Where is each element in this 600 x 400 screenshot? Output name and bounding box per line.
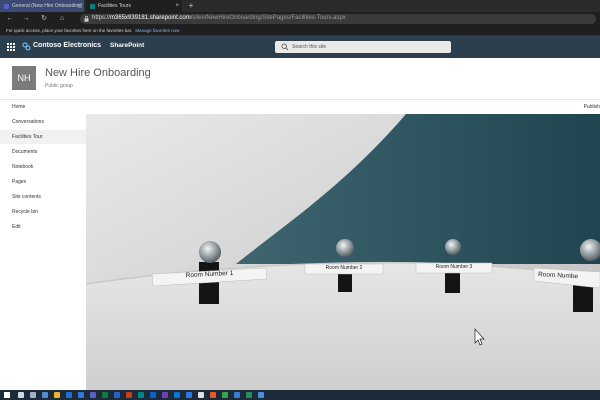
- windows-start-icon[interactable]: [4, 392, 10, 398]
- search-placeholder: Search this site: [292, 44, 327, 50]
- address-row: ← → ↻ ⌂ https://m365x939181.sharepoint.c…: [0, 12, 600, 26]
- nav-item-notebook[interactable]: Notebook: [0, 160, 86, 174]
- close-icon[interactable]: ×: [77, 3, 81, 9]
- nav-item-recycle-bin[interactable]: Recycle bin: [0, 205, 86, 219]
- brand-name[interactable]: Contoso Electronics: [33, 42, 101, 49]
- manage-favorites-link[interactable]: Manage favorites now: [135, 28, 179, 33]
- app-name[interactable]: SharePoint: [110, 42, 144, 49]
- app-icon[interactable]: [246, 392, 252, 398]
- nav-item-home[interactable]: Home: [0, 100, 86, 114]
- browser-window: General (New Hire Onboarding) × Faciliti…: [0, 0, 600, 400]
- sharepoint-tab-icon: [90, 3, 95, 9]
- command-bar: Publish: [86, 100, 600, 114]
- nav-item-facilities-tour[interactable]: Facilities Tour: [0, 130, 86, 144]
- tab-general[interactable]: General (New Hire Onboarding) ×: [0, 0, 84, 12]
- mail-icon[interactable]: [66, 392, 72, 398]
- site-title[interactable]: New Hire Onboarding: [45, 67, 151, 79]
- windows-taskbar: [0, 390, 600, 400]
- suite-bar: Contoso Electronics SharePoint Search th…: [0, 36, 600, 58]
- contoso-logo-icon: [22, 42, 31, 51]
- app-icon[interactable]: [210, 392, 216, 398]
- browser-icon[interactable]: [186, 392, 192, 398]
- favorites-bar: For quick access, place your favorites h…: [0, 26, 600, 36]
- site-subtitle: Public group: [45, 83, 73, 89]
- nav-item-pages[interactable]: Pages: [0, 175, 86, 189]
- search-box[interactable]: Search this site: [275, 41, 451, 53]
- address-bar[interactable]: https://m365x939181.sharepoint.com/sites…: [80, 14, 596, 24]
- app-launcher-icon[interactable]: [7, 43, 15, 51]
- file-explorer-icon[interactable]: [54, 392, 60, 398]
- excel-icon[interactable]: [102, 392, 108, 398]
- lock-icon: [84, 16, 89, 22]
- teams-tab-icon: [4, 3, 9, 9]
- nav-item-conversations[interactable]: Conversations: [0, 115, 86, 129]
- search-icon: [281, 43, 289, 51]
- left-navigation: Home Conversations Facilities Tour Docum…: [0, 100, 86, 390]
- teams-icon[interactable]: [90, 392, 96, 398]
- publish-button[interactable]: Publish: [584, 104, 600, 110]
- app-icon[interactable]: [198, 392, 204, 398]
- app-icon[interactable]: [222, 392, 228, 398]
- powerpoint-icon[interactable]: [126, 392, 132, 398]
- close-icon[interactable]: ×: [175, 3, 179, 9]
- tab-label: General (New Hire Onboarding): [12, 3, 83, 9]
- app-icon[interactable]: [234, 392, 240, 398]
- site-header: NH New Hire Onboarding Public group: [0, 58, 600, 99]
- url-domain: m365x939181.sharepoint.com: [110, 15, 191, 21]
- favorites-text: For quick access, place your favorites h…: [6, 28, 133, 33]
- tab-label: Facilities Tours: [98, 3, 131, 9]
- scene-svg: [86, 114, 600, 390]
- back-icon[interactable]: ←: [6, 15, 14, 23]
- edge-icon[interactable]: [42, 392, 48, 398]
- nav-item-edit[interactable]: Edit: [0, 220, 86, 234]
- onedrive-icon[interactable]: [150, 392, 156, 398]
- app-icon[interactable]: [258, 392, 264, 398]
- task-view-icon[interactable]: [30, 392, 36, 398]
- home-icon[interactable]: ⌂: [58, 15, 66, 23]
- url-path: /sites/NewHireOnboarding/SitePages/Facil…: [190, 15, 346, 21]
- refresh-icon[interactable]: ↻: [40, 15, 48, 23]
- facilities-tour-3d-view[interactable]: Room Number 1 Room Number 2 Room Number …: [86, 114, 600, 390]
- favorites-hint: For quick access, place your favorites h…: [6, 28, 179, 33]
- sharepoint-icon[interactable]: [138, 392, 144, 398]
- new-tab-button[interactable]: +: [186, 0, 196, 12]
- site-logo[interactable]: NH: [12, 66, 36, 90]
- word-icon[interactable]: [114, 392, 120, 398]
- tab-facilities-tours[interactable]: Facilities Tours ×: [86, 0, 182, 12]
- room-2-label: Room Number 2: [325, 265, 363, 271]
- url-prefix: https://: [92, 15, 111, 21]
- store-icon[interactable]: [78, 392, 84, 398]
- nav-item-documents[interactable]: Documents: [0, 145, 86, 159]
- tab-strip: General (New Hire Onboarding) × Faciliti…: [0, 0, 600, 12]
- search-icon[interactable]: [18, 392, 24, 398]
- nav-item-site-contents[interactable]: Site contents: [0, 190, 86, 204]
- room-3-label: Room Number 3: [435, 264, 473, 270]
- forward-icon[interactable]: →: [22, 15, 30, 23]
- url-text: https://m365x939181.sharepoint.com/sites…: [92, 15, 346, 21]
- outlook-icon[interactable]: [174, 392, 180, 398]
- onenote-icon[interactable]: [162, 392, 168, 398]
